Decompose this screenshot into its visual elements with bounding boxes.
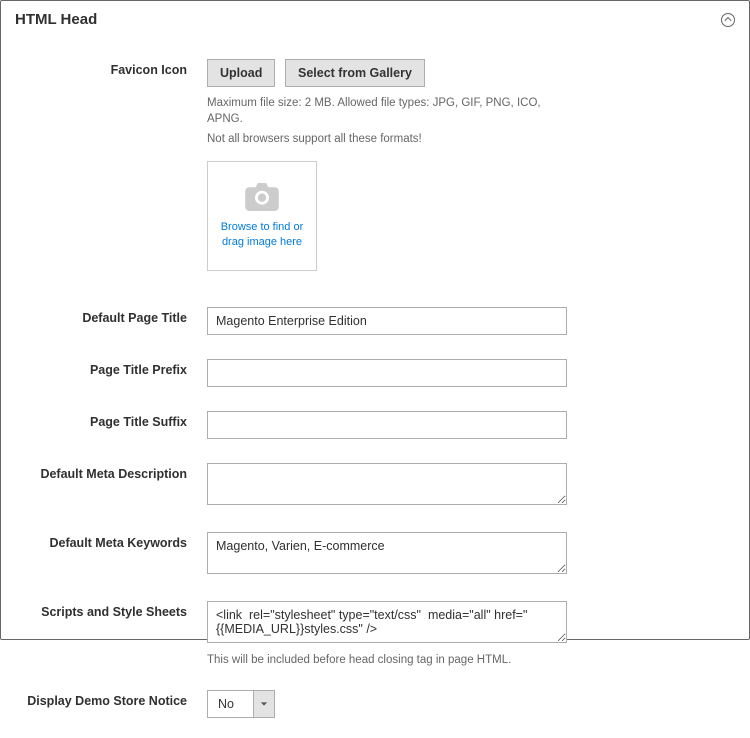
default-page-title-input[interactable] xyxy=(207,307,567,335)
demo-notice-row: Display Demo Store Notice No xyxy=(27,690,723,718)
default-meta-keywords-label: Default Meta Keywords xyxy=(27,532,207,550)
page-title-suffix-input[interactable] xyxy=(207,411,567,439)
upload-button[interactable]: Upload xyxy=(207,59,275,87)
favicon-control: Upload Select from Gallery Maximum file … xyxy=(207,59,567,271)
collapse-icon[interactable] xyxy=(721,13,735,27)
page-title-prefix-label: Page Title Prefix xyxy=(27,359,207,377)
favicon-uploader[interactable]: Browse to find or drag image here xyxy=(207,161,317,271)
demo-notice-label: Display Demo Store Notice xyxy=(27,690,207,708)
scripts-label: Scripts and Style Sheets xyxy=(27,601,207,619)
favicon-hint-1: Maximum file size: 2 MB. Allowed file ty… xyxy=(207,95,567,127)
scripts-row: Scripts and Style Sheets This will be in… xyxy=(27,601,723,666)
page-title-prefix-row: Page Title Prefix xyxy=(27,359,723,387)
default-meta-description-input[interactable] xyxy=(207,463,567,505)
default-meta-description-row: Default Meta Description xyxy=(27,463,723,508)
demo-notice-value: No xyxy=(207,690,253,718)
html-head-panel: HTML Head Favicon Icon Upload Select fro… xyxy=(0,0,750,640)
page-title-suffix-row: Page Title Suffix xyxy=(27,411,723,439)
scripts-input[interactable] xyxy=(207,601,567,643)
default-meta-description-label: Default Meta Description xyxy=(27,463,207,481)
scripts-note: This will be included before head closin… xyxy=(207,654,567,666)
browse-text: Browse to find or drag image here xyxy=(214,220,310,249)
default-meta-keywords-row: Default Meta Keywords xyxy=(27,532,723,577)
panel-body: Favicon Icon Upload Select from Gallery … xyxy=(1,39,749,738)
default-page-title-label: Default Page Title xyxy=(27,307,207,325)
demo-notice-select[interactable]: No xyxy=(207,690,275,718)
favicon-label: Favicon Icon xyxy=(27,59,207,77)
panel-title: HTML Head xyxy=(15,11,97,28)
page-title-suffix-label: Page Title Suffix xyxy=(27,411,207,429)
favicon-row: Favicon Icon Upload Select from Gallery … xyxy=(27,59,723,271)
panel-header: HTML Head xyxy=(1,1,749,38)
select-from-gallery-button[interactable]: Select from Gallery xyxy=(285,59,425,87)
chevron-down-icon[interactable] xyxy=(253,690,275,718)
page-title-prefix-input[interactable] xyxy=(207,359,567,387)
favicon-hint-2: Not all browsers support all these forma… xyxy=(207,131,567,147)
camera-icon xyxy=(245,183,279,214)
default-meta-keywords-input[interactable] xyxy=(207,532,567,574)
default-page-title-row: Default Page Title xyxy=(27,307,723,335)
